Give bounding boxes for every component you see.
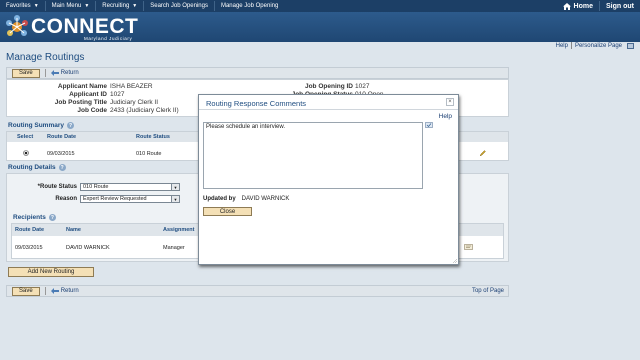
dialog-title: Routing Response Comments [206, 99, 307, 108]
new-window-icon[interactable] [627, 42, 634, 49]
close-icon[interactable]: × [446, 98, 454, 106]
reason-value: Expert Review Requested [83, 196, 147, 202]
reason-label: Reason [55, 196, 77, 202]
job-opening-id-label: Job Opening ID [304, 83, 353, 90]
page-title: Manage Routings [6, 52, 85, 63]
job-code-value: 2433 (Judiciary Clerk II) [110, 107, 179, 114]
recipient-route-date-cell: 09/03/2015 [15, 245, 43, 251]
help-icon[interactable]: ? [58, 164, 66, 171]
home-label: Home [573, 2, 593, 10]
section-title: Routing Details [8, 164, 56, 171]
connect-logo-icon [6, 15, 28, 36]
nav-label: Recruiting [102, 3, 130, 9]
nav-manage-job-opening[interactable]: Manage Job Opening [215, 3, 284, 9]
column-header: Route Status [136, 134, 170, 140]
dialog-help-link[interactable]: Help [439, 113, 452, 120]
caret-down-icon: ▼ [84, 3, 90, 9]
recipient-assignment-cell: Manager [163, 245, 185, 251]
routing-details-header: Routing Details ? [8, 164, 66, 171]
updated-by-row: Updated by DAVID WARNICK [203, 196, 289, 202]
nav-search-job-openings[interactable]: Search Job Openings [144, 3, 214, 9]
nav-favorites[interactable]: Favorites ▼ [0, 3, 45, 9]
job-posting-title-value: Judiciary Clerk II [110, 99, 159, 106]
routing-response-comments-dialog: Routing Response Comments × Help Please … [198, 94, 459, 265]
return-link[interactable]: Return [50, 288, 79, 294]
job-opening-id-value: 1027 [355, 83, 370, 90]
return-link[interactable]: Return [50, 70, 79, 76]
job-code-label: Job Code [77, 107, 107, 114]
comments-textarea[interactable]: Please schedule an interview. [203, 122, 423, 189]
sign-out-link[interactable]: Sign out [600, 3, 640, 10]
spell-check-icon[interactable] [425, 122, 433, 128]
nav-label: Favorites [6, 3, 31, 9]
column-header: Name [66, 227, 81, 233]
route-date-cell: 09/03/2015 [47, 151, 75, 157]
section-title: Routing Summary [8, 122, 64, 129]
help-link[interactable]: Help [556, 43, 568, 49]
bottom-toolbar: Save Return Top of Page [6, 285, 509, 297]
nav-recruiting[interactable]: Recruiting ▼ [96, 3, 143, 9]
return-arrow-icon [50, 288, 59, 294]
brand-subtitle: Maryland Judiciary [84, 36, 133, 41]
top-nav-bar: Favorites ▼ Main Menu ▼ Recruiting ▼ Search… [0, 0, 640, 12]
brand-name: CONNECT [31, 15, 139, 38]
chevron-down-icon: ▼ [171, 184, 179, 190]
return-arrow-icon [50, 70, 59, 76]
comment-icon[interactable] [464, 244, 473, 250]
help-icon[interactable]: ? [48, 214, 56, 221]
route-status-label: *Route Status [37, 184, 77, 190]
applicant-name-label: Applicant Name [57, 83, 107, 90]
help-icon[interactable]: ? [66, 122, 74, 129]
route-status-select[interactable]: 010 Route ▼ [80, 183, 180, 191]
applicant-id-label: Applicant ID [69, 91, 107, 98]
route-status-value: 010 Route [83, 184, 109, 190]
job-posting-title-label: Job Posting Title [54, 99, 107, 106]
updated-by-value: DAVID WARNICK [241, 196, 290, 202]
dialog-header: Routing Response Comments × [199, 95, 458, 110]
recipient-name-cell: DAVID WARNICK [66, 245, 110, 251]
divider [44, 287, 46, 295]
top-toolbar: Save Return [6, 67, 509, 79]
applicant-name-value: ISHA BEAZER [110, 83, 153, 90]
chevron-down-icon: ▼ [171, 196, 179, 202]
column-header: Assignment [163, 227, 195, 233]
home-link[interactable]: Home [557, 2, 599, 10]
column-header: Select [17, 134, 34, 140]
divider [44, 69, 46, 77]
edit-pencil-icon[interactable] [480, 150, 486, 156]
save-button[interactable]: Save [12, 286, 40, 296]
header-banner: CONNECT Maryland Judiciary [0, 12, 640, 42]
personalize-page-link[interactable]: Personalize Page [575, 43, 622, 49]
row-select-radio[interactable] [23, 150, 29, 156]
add-new-routing-button[interactable]: Add New Routing [8, 267, 94, 277]
recipients-header: Recipients ? [13, 214, 56, 221]
column-header: Route Date [47, 134, 77, 140]
home-icon [562, 2, 571, 10]
caret-down-icon: ▼ [132, 3, 138, 9]
nav-label: Main Menu [51, 3, 82, 9]
updated-by-label: Updated by [203, 196, 236, 202]
caret-down-icon: ▼ [33, 3, 39, 9]
column-header: Route Date [15, 227, 45, 233]
section-title: Recipients [13, 214, 46, 221]
save-button[interactable]: Save [12, 68, 40, 78]
applicant-id-value: 1027 [110, 91, 125, 98]
return-label: Return [60, 288, 79, 294]
close-button[interactable]: Close [203, 207, 252, 216]
nav-main-menu[interactable]: Main Menu ▼ [46, 3, 96, 9]
resize-grip-icon[interactable] [452, 258, 457, 263]
reason-select[interactable]: Expert Review Requested ▼ [80, 195, 180, 203]
return-label: Return [60, 70, 79, 76]
top-of-page-link[interactable]: Top of Page [472, 288, 504, 294]
divider [570, 42, 572, 49]
routing-summary-header: Routing Summary ? [8, 122, 74, 129]
route-status-cell: 010 Route [136, 151, 162, 157]
help-bar: Help Personalize Page [556, 42, 634, 49]
